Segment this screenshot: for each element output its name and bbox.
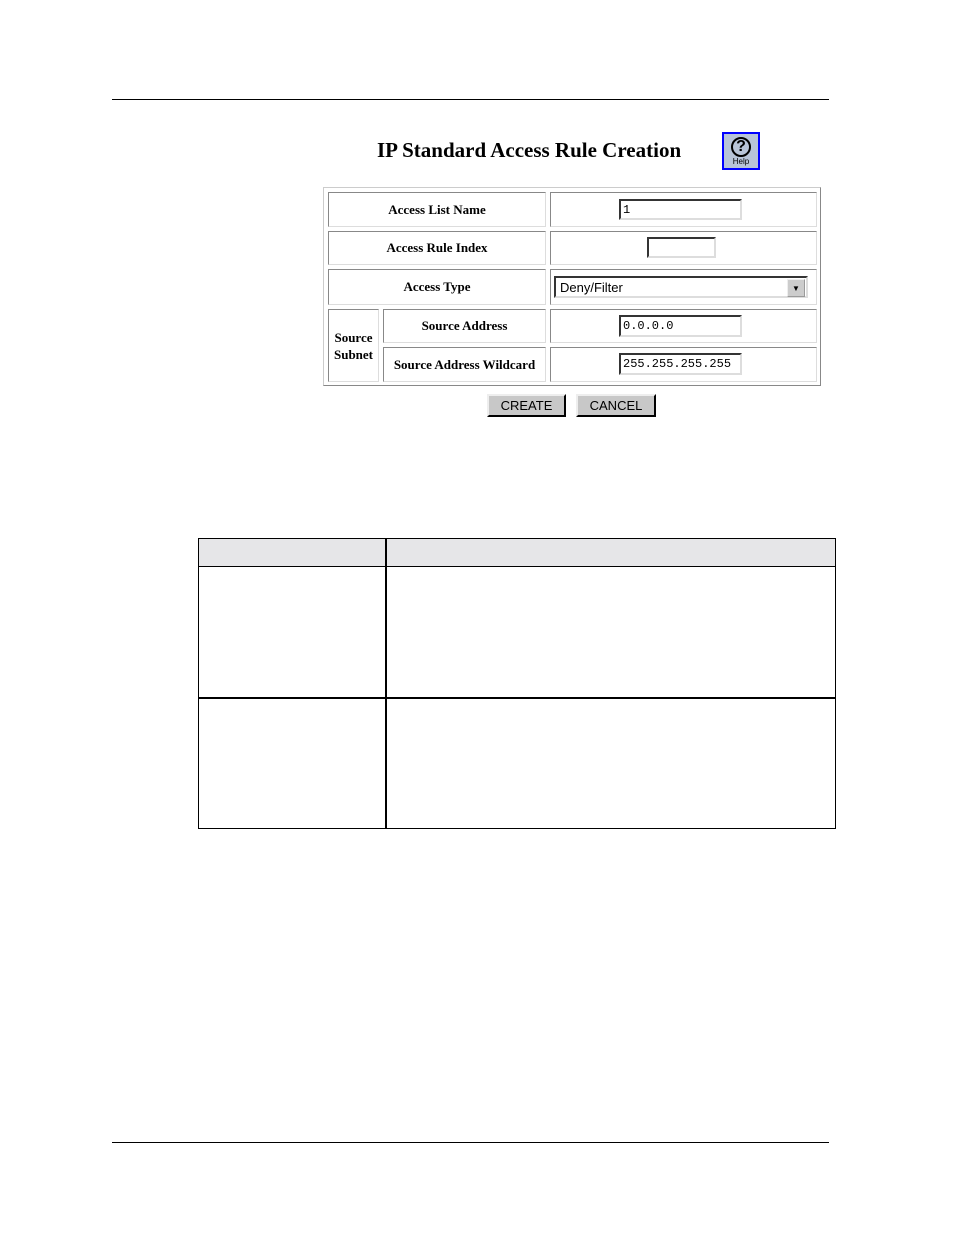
source-address-wildcard-input[interactable]: 255.255.255.255 [619,353,742,375]
cancel-button[interactable]: CANCEL [576,394,656,417]
bottom-rule [112,1142,829,1143]
source-address-input[interactable]: 0.0.0.0 [619,315,742,337]
label-access-list-name: Access List Name [328,192,546,227]
label-source-subnet: Source Subnet [328,309,379,382]
chevron-down-icon[interactable]: ▼ [787,279,805,297]
form-title: IP Standard Access Rule Creation [377,138,682,162]
row-divider [198,697,836,699]
question-icon: ? [731,136,751,157]
access-type-select[interactable]: Deny/Filter ▼ [554,276,808,298]
help-label: Help [732,156,750,166]
help-button[interactable]: ? Help [722,132,760,170]
label-source-address-wildcard: Source Address Wildcard [383,347,546,382]
access-list-name-input[interactable]: 1 [619,199,742,220]
document-page: IP Standard Access Rule Creation ? Help … [0,0,954,1235]
description-table [198,538,836,829]
top-rule [112,99,829,100]
column-divider [385,538,387,829]
label-access-rule-index: Access Rule Index [328,231,546,265]
create-button[interactable]: CREATE [487,394,566,417]
table-header [199,539,835,567]
access-rule-index-input[interactable] [647,237,716,258]
access-type-value: Deny/Filter [560,279,623,295]
label-access-type: Access Type [328,269,546,305]
label-source-address: Source Address [383,309,546,343]
